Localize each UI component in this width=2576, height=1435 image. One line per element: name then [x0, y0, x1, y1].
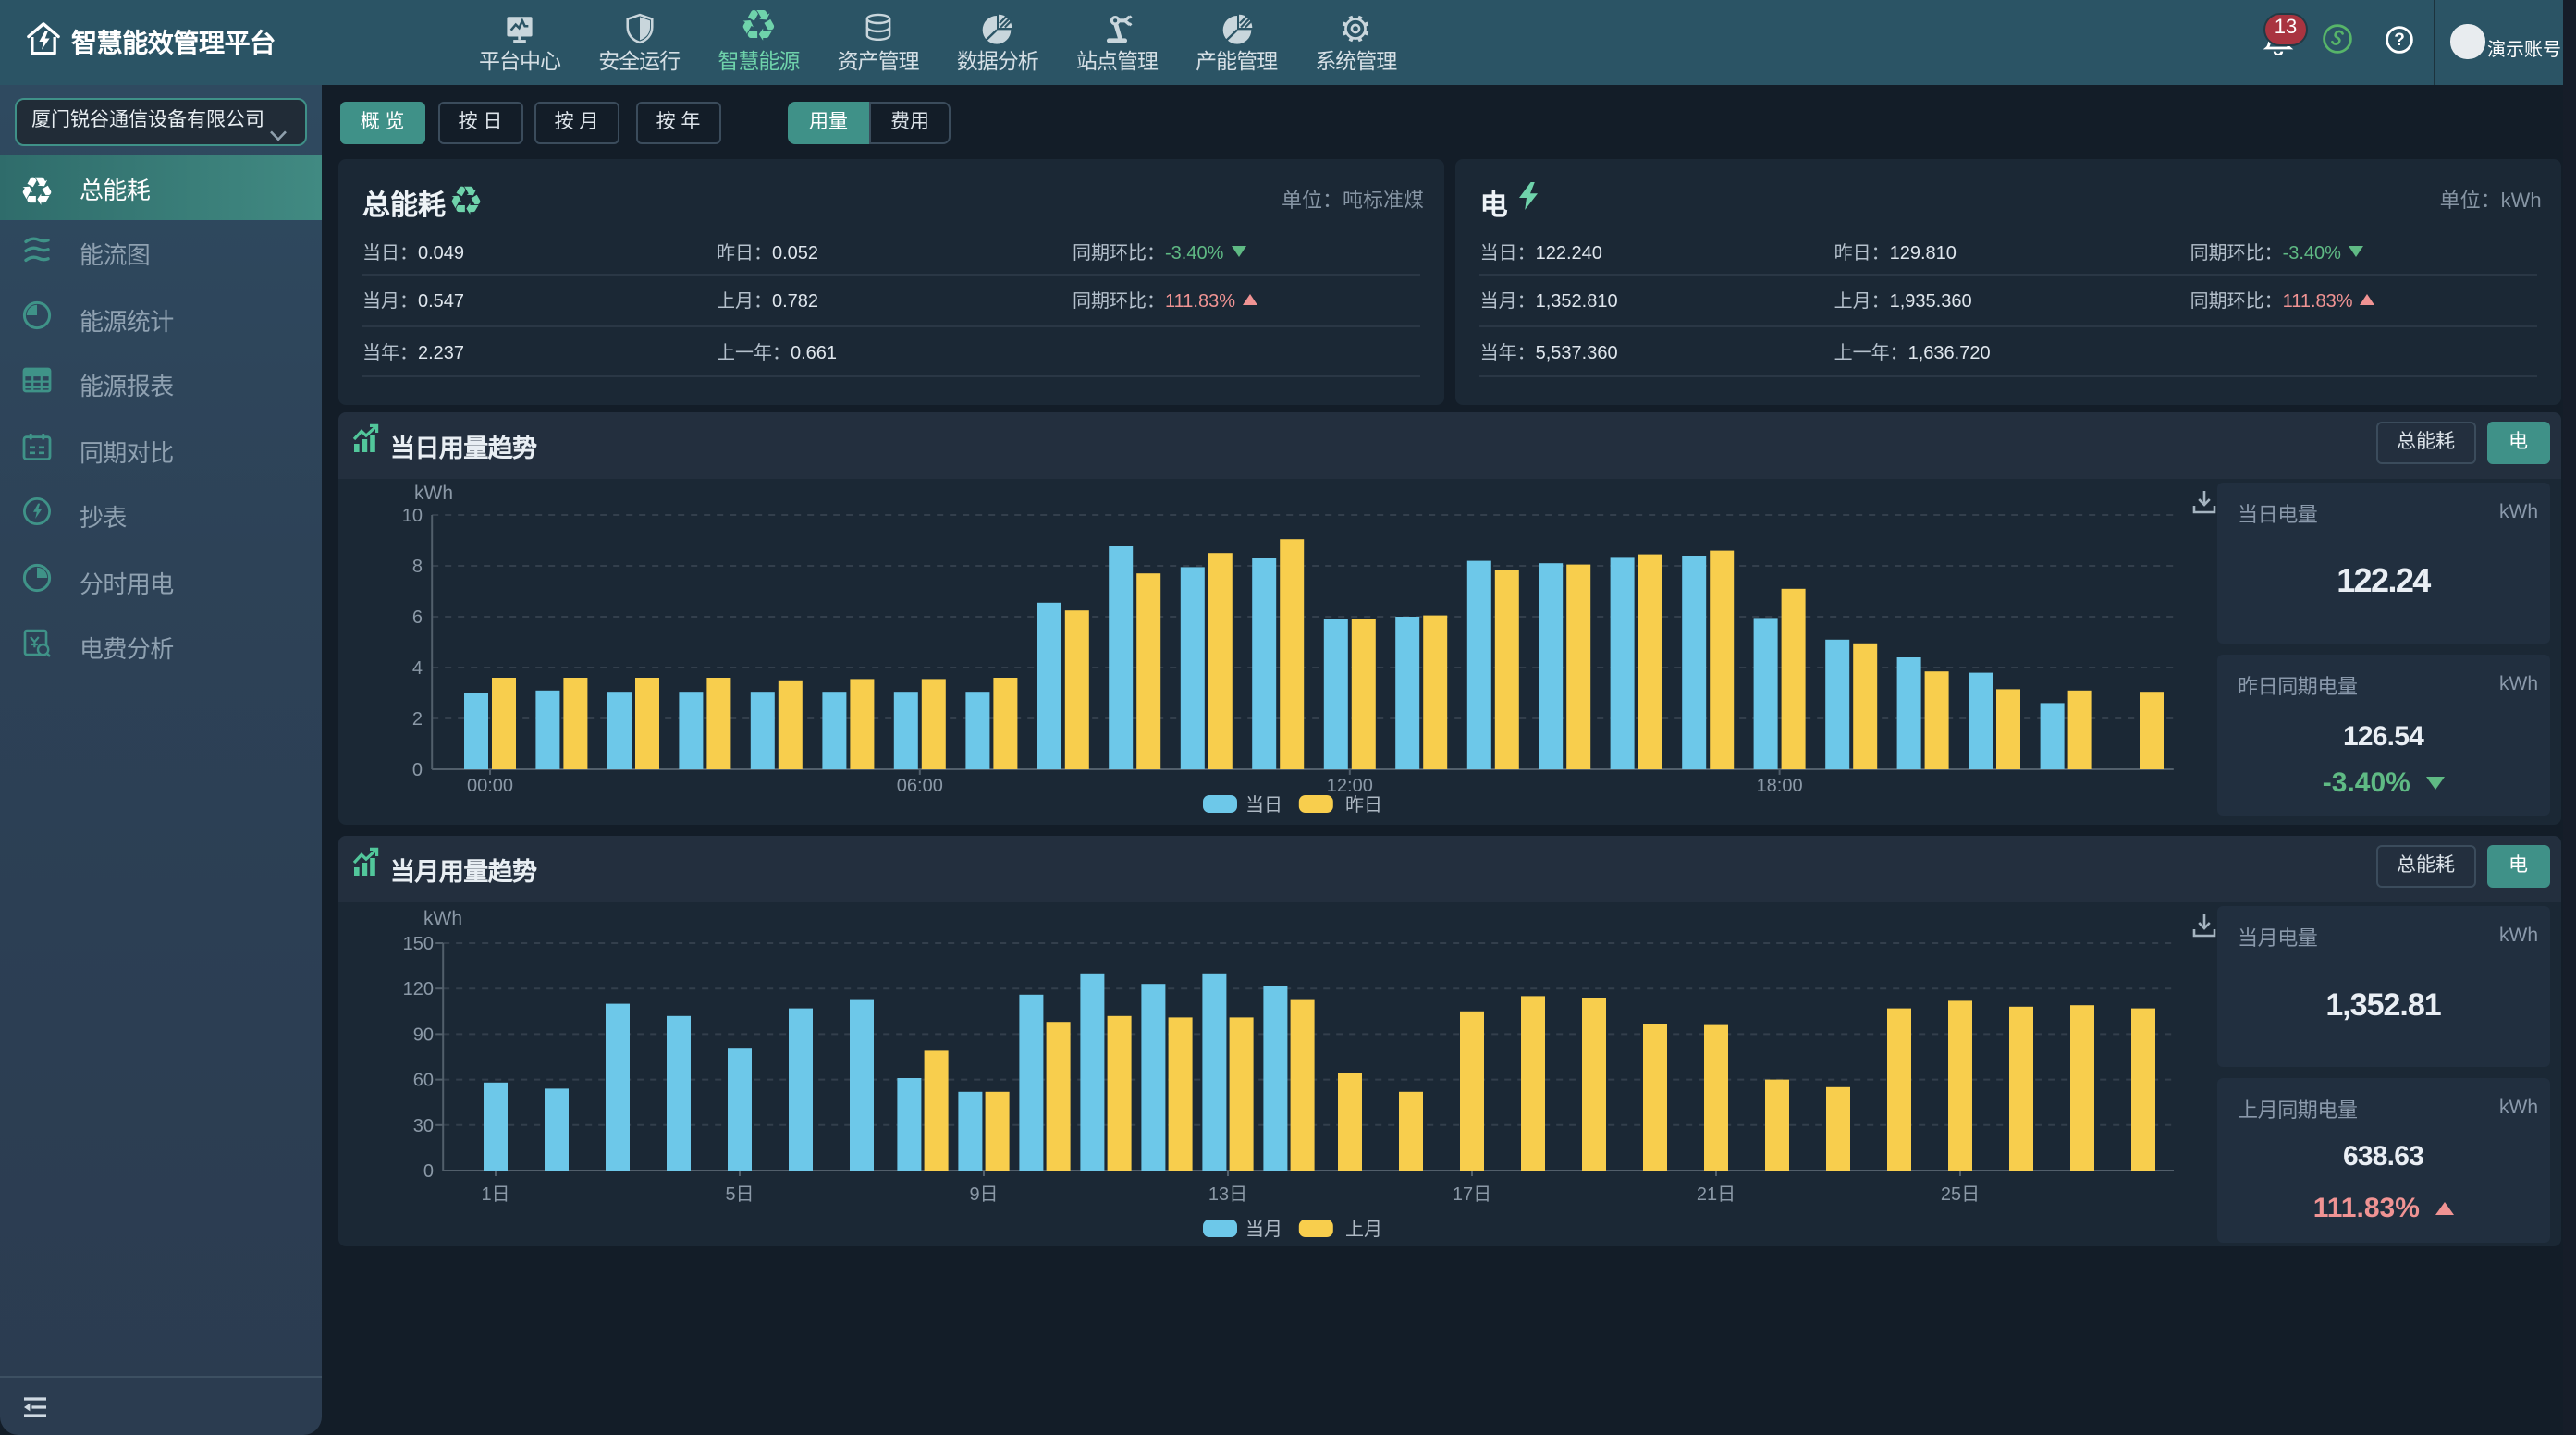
svg-text:12:00: 12:00 — [1327, 776, 1373, 796]
svg-text:150: 150 — [403, 934, 434, 954]
svg-text:1日: 1日 — [481, 1184, 509, 1205]
svg-text:kWh: kWh — [414, 483, 453, 504]
svg-text:10: 10 — [402, 506, 423, 526]
svg-text:21日: 21日 — [1697, 1184, 1736, 1205]
svg-text:25日: 25日 — [1941, 1184, 1980, 1205]
svg-text:昨日: 昨日 — [1345, 794, 1382, 816]
svg-text:6: 6 — [412, 607, 423, 628]
svg-text:30: 30 — [413, 1116, 434, 1136]
svg-text:17日: 17日 — [1453, 1184, 1491, 1205]
svg-text:4: 4 — [412, 658, 423, 679]
svg-text:0: 0 — [412, 760, 423, 780]
svg-text:18:00: 18:00 — [1757, 776, 1803, 796]
svg-text:8: 8 — [412, 557, 423, 577]
svg-text:当月: 当月 — [1245, 1219, 1282, 1240]
svg-text:kWh: kWh — [423, 908, 462, 929]
svg-text:60: 60 — [413, 1071, 434, 1091]
svg-text:?: ? — [2394, 30, 2405, 49]
svg-text:0: 0 — [423, 1161, 434, 1182]
svg-text:5日: 5日 — [725, 1184, 754, 1205]
svg-text:06:00: 06:00 — [897, 776, 943, 796]
svg-text:90: 90 — [413, 1024, 434, 1045]
svg-text:2: 2 — [412, 709, 423, 730]
svg-text:13日: 13日 — [1208, 1184, 1247, 1205]
svg-text:00:00: 00:00 — [467, 776, 513, 796]
svg-text:120: 120 — [403, 979, 434, 1000]
svg-text:当日: 当日 — [1245, 794, 1282, 816]
svg-text:9日: 9日 — [969, 1184, 998, 1205]
svg-text:上月: 上月 — [1345, 1219, 1382, 1240]
